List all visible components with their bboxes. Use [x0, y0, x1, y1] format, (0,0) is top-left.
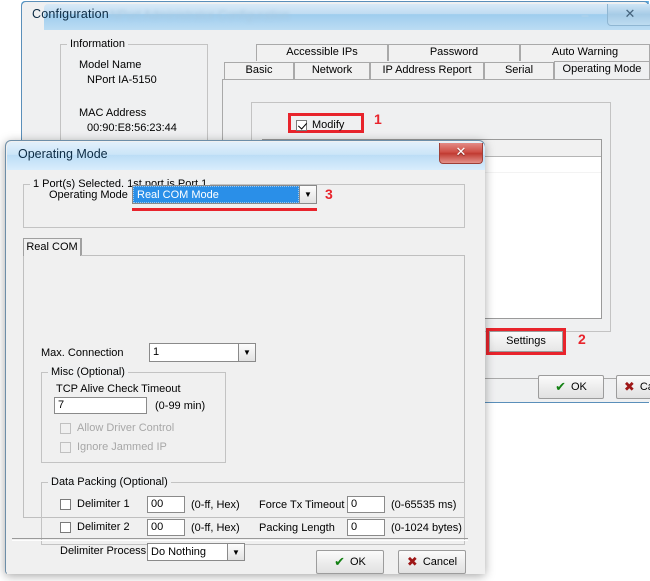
ignore-jammed-ip-checkbox: [60, 442, 71, 453]
config-cancel-button[interactable]: ✖ Cancel: [616, 375, 650, 399]
minimize-icon[interactable]: –: [577, 9, 593, 21]
operating-mode-dialog-title: Operating Mode: [18, 147, 108, 161]
force-tx-timeout-hint: (0-65535 ms): [391, 499, 457, 511]
delimiter2-hint: (0-ff, Hex): [191, 522, 240, 534]
model-name-value: NPort IA-5150: [87, 74, 157, 86]
configuration-window-title: Configuration: [32, 7, 109, 21]
check-icon: ✔: [555, 379, 566, 394]
tab-accessible-ips[interactable]: Accessible IPs: [256, 44, 388, 61]
chevron-down-icon[interactable]: ▼: [299, 186, 316, 203]
settings-button-annotation-box: Settings: [486, 328, 566, 355]
tab-strip: Accessible IPs Password Auto Warning Bas…: [222, 44, 650, 80]
check-icon: ✔: [334, 554, 345, 569]
tab-ip-address-report[interactable]: IP Address Report: [370, 62, 484, 80]
dialog-separator: [12, 538, 468, 541]
modify-checkbox-annotation-box: Modify: [288, 113, 364, 133]
tcp-alive-check-timeout-label: TCP Alive Check Timeout: [56, 383, 181, 395]
operating-mode-annotation-underline: [132, 208, 317, 211]
ignore-jammed-ip-label: Ignore Jammed IP: [77, 441, 167, 453]
tcp-alive-check-timeout-input[interactable]: 7: [54, 397, 147, 414]
tab-password[interactable]: Password: [388, 44, 520, 61]
operating-mode-select-value: Real COM Mode: [133, 186, 299, 203]
cross-icon: ✖: [406, 554, 418, 569]
data-packing-legend: Data Packing (Optional): [48, 476, 171, 488]
annotation-marker-3: 3: [325, 186, 333, 202]
delimiter-process-value: Do Nothing: [151, 546, 207, 558]
mac-address-value: 00:90:E8:56:23:44: [87, 122, 177, 134]
mac-address-label: MAC Address: [79, 107, 147, 119]
max-connection-label: Max. Connection: [41, 347, 124, 359]
delimiter1-label: Delimiter 1: [77, 498, 130, 510]
tcp-alive-check-timeout-hint: (0-99 min): [155, 400, 206, 412]
annotation-marker-2: 2: [578, 331, 586, 347]
settings-button[interactable]: Settings: [489, 331, 563, 352]
delimiter-process-select[interactable]: Do Nothing ▼: [147, 543, 245, 561]
packing-length-hint: (0-1024 bytes): [391, 522, 462, 534]
force-tx-timeout-label: Force Tx Timeout: [259, 499, 345, 511]
dialog-ok-button[interactable]: ✔ OK: [316, 550, 384, 574]
allow-driver-control-checkbox: [60, 423, 71, 434]
operating-mode-dialog-body: 1 Port(s) Selected. 1st port is Port 1 O…: [7, 170, 485, 574]
operating-mode-label: Operating Mode: [49, 189, 128, 201]
tab-operating-mode[interactable]: Operating Mode: [554, 61, 650, 80]
modify-checkbox-label: Modify: [312, 119, 345, 131]
tab-auto-warning[interactable]: Auto Warning: [520, 44, 650, 61]
operating-mode-select[interactable]: Real COM Mode ▼: [132, 185, 317, 204]
tab-basic[interactable]: Basic: [224, 62, 294, 80]
chevron-down-icon[interactable]: ▼: [227, 544, 244, 560]
configuration-title-ghost-text: NPort Administrator-Configuration: [110, 8, 290, 22]
allow-driver-control-label: Allow Driver Control: [77, 422, 175, 434]
dialog-cancel-label: Cancel: [422, 556, 458, 568]
dialog-cancel-button[interactable]: ✖ Cancel: [398, 550, 466, 574]
config-ok-button[interactable]: ✔ OK: [538, 375, 604, 399]
misc-legend: Misc (Optional): [48, 366, 128, 378]
delimiter-process-label: Delimiter Process: [60, 545, 147, 557]
delimiter2-label: Delimiter 2: [77, 521, 130, 533]
annotation-marker-1: 1: [374, 111, 382, 127]
delimiter2-input[interactable]: 00: [147, 519, 185, 536]
force-tx-timeout-input[interactable]: 0: [347, 496, 385, 513]
information-legend: Information: [67, 38, 129, 50]
model-name-label: Model Name: [79, 59, 142, 71]
delimiter1-input[interactable]: 00: [147, 496, 185, 513]
chevron-down-icon[interactable]: ▼: [238, 344, 255, 361]
delimiter2-checkbox[interactable]: [60, 522, 71, 533]
close-icon[interactable]: ✕: [607, 4, 650, 26]
cross-icon: ✖: [623, 379, 635, 394]
close-icon[interactable]: ✕: [439, 143, 483, 164]
packing-length-label: Packing Length: [259, 522, 335, 534]
dialog-ok-label: OK: [350, 556, 366, 568]
packing-length-input[interactable]: 0: [347, 519, 385, 536]
operating-mode-dialog: Operating Mode ✕ 1 Port(s) Selected. 1st…: [5, 140, 485, 574]
tab-serial[interactable]: Serial: [484, 62, 554, 80]
max-connection-select[interactable]: 1 ▼: [149, 343, 256, 362]
data-packing-group: Data Packing (Optional) Delimiter 1 00 (…: [41, 476, 465, 561]
max-connection-value: 1: [153, 346, 160, 358]
delimiter1-hint: (0-ff, Hex): [191, 499, 240, 511]
tab-real-com[interactable]: Real COM: [23, 238, 81, 257]
config-cancel-label: Cancel: [639, 381, 650, 393]
delimiter1-checkbox[interactable]: [60, 499, 71, 510]
modify-checkbox[interactable]: [296, 120, 307, 131]
tab-network[interactable]: Network: [294, 62, 370, 80]
misc-group: Misc (Optional) TCP Alive Check Timeout …: [41, 366, 226, 463]
config-ok-label: OK: [571, 381, 587, 393]
